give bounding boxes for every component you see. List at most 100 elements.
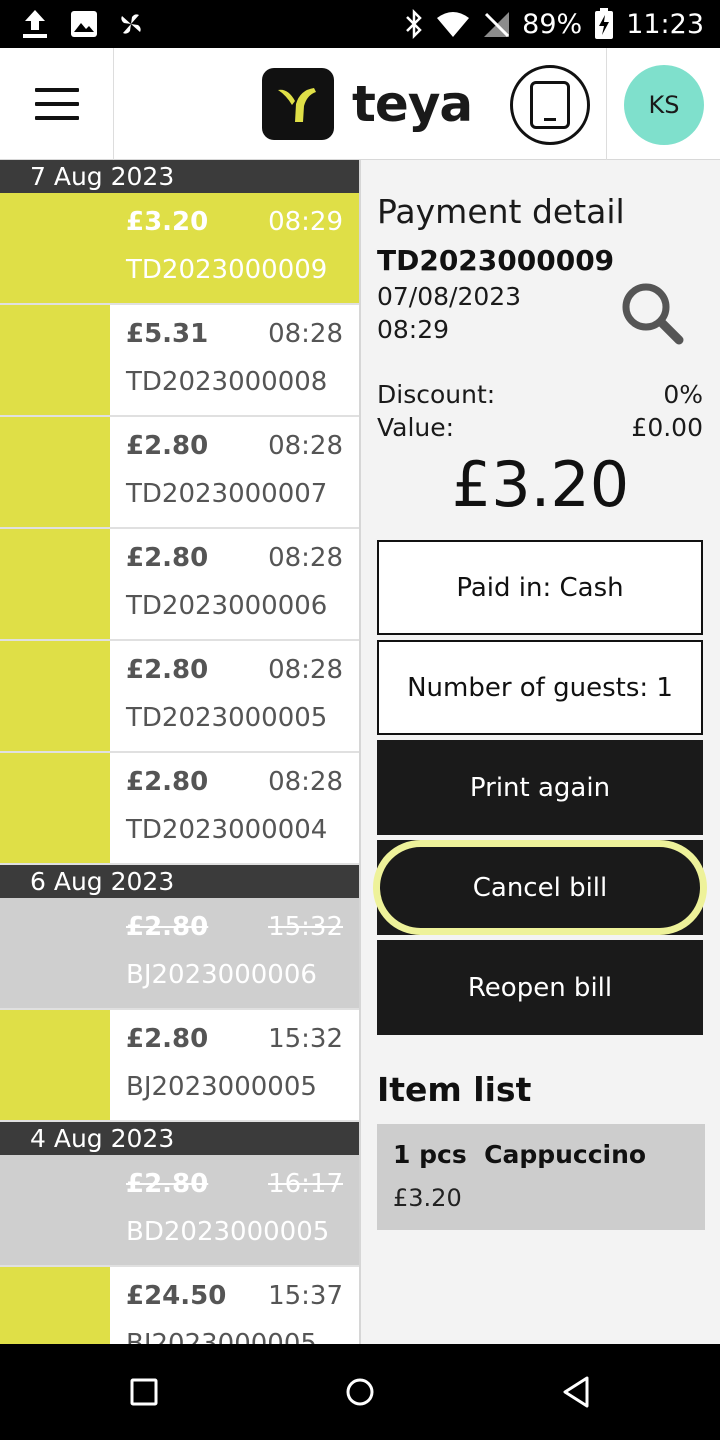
payment-detail-panel: Payment detail TD2023000009 07/08/2023 0… — [361, 160, 720, 1344]
guests-label: Number of guests: 1 — [407, 672, 673, 703]
bill-id: BJ2023000005 — [126, 1072, 317, 1102]
reopen-bill-label: Reopen bill — [467, 972, 613, 1003]
bill-row[interactable]: £24.50 15:37 BI2023000005 — [0, 1267, 359, 1344]
bill-amount: £2.80 — [126, 543, 209, 573]
bill-stripe — [0, 529, 110, 639]
bill-amount: £2.80 — [126, 1169, 209, 1199]
discount-label: Discount: — [377, 380, 496, 409]
paid-in-button[interactable]: Paid in: Cash — [377, 540, 703, 635]
bill-list[interactable]: 7 Aug 2023 £3.20 08:29 TD2023000009 £5.3… — [0, 160, 359, 1344]
bill-amount: £2.80 — [126, 431, 209, 461]
device-button[interactable] — [510, 65, 590, 145]
bill-amount: £24.50 — [126, 1281, 227, 1311]
battery-level: 89% — [522, 8, 583, 40]
bill-id: TD2023000009 — [126, 255, 328, 285]
bill-time: 08:28 — [268, 543, 343, 573]
bill-row-selected[interactable]: £3.20 08:29 TD2023000009 — [0, 193, 359, 305]
detail-time: 08:29 — [377, 315, 450, 344]
bill-time: 08:29 — [268, 207, 343, 237]
bill-amount: £2.80 — [126, 912, 209, 942]
discount-value: 0% — [663, 380, 703, 409]
bill-amount: £2.80 — [126, 1024, 209, 1054]
bill-time: 15:37 — [268, 1281, 343, 1311]
bill-row-cancelled[interactable]: £2.80 15:32 BJ2023000006 — [0, 898, 359, 1010]
reopen-bill-button[interactable]: Reopen bill — [377, 940, 703, 1035]
square-icon — [130, 1378, 158, 1406]
hamburger-icon — [34, 78, 79, 130]
bill-id: TD2023000008 — [126, 367, 328, 397]
bill-amount: £2.80 — [126, 655, 209, 685]
brand-logo: teya — [262, 68, 473, 140]
print-again-label: Print again — [469, 772, 611, 803]
bill-stripe — [0, 1010, 110, 1120]
detail-date: 07/08/2023 — [377, 282, 522, 311]
fan-icon — [121, 14, 141, 34]
teya-logo-icon — [262, 68, 334, 140]
bill-id: BI2023000005 — [126, 1329, 317, 1344]
bill-stripe — [0, 641, 110, 751]
paid-in-label: Paid in: Cash — [456, 572, 624, 603]
menu-button[interactable] — [0, 48, 114, 160]
bill-id: TD2023000004 — [126, 815, 328, 845]
bill-amount: £2.80 — [126, 767, 209, 797]
bill-time: 08:28 — [268, 767, 343, 797]
search-icon[interactable] — [619, 280, 685, 346]
signal-icon — [484, 12, 510, 38]
bill-total: £3.20 — [451, 448, 630, 521]
app-header: teya KS — [0, 48, 720, 160]
detail-bill-id: TD2023000009 — [377, 244, 615, 277]
recents-button[interactable] — [122, 1370, 166, 1414]
bill-row[interactable]: £2.80 15:32 BJ2023000005 — [0, 1010, 359, 1122]
bill-row-cancelled[interactable]: £2.80 16:17 BD2023000005 — [0, 1155, 359, 1267]
item-price: £3.20 — [393, 1184, 462, 1212]
status-bar: 89% 11:23 — [0, 0, 720, 48]
home-button[interactable] — [338, 1370, 382, 1414]
guests-button[interactable]: Number of guests: 1 — [377, 640, 703, 735]
bill-time: 08:28 — [268, 655, 343, 685]
date-header: 4 Aug 2023 — [0, 1122, 359, 1155]
cancel-bill-label: Cancel bill — [472, 872, 608, 903]
bill-row[interactable]: £2.80 08:28 TD2023000007 — [0, 417, 359, 529]
bill-row[interactable]: £2.80 08:28 TD2023000004 — [0, 753, 359, 865]
detail-title: Payment detail — [377, 192, 625, 231]
bill-time: 08:28 — [268, 319, 343, 349]
value-row: Value: £0.00 — [377, 413, 703, 442]
system-nav-bar — [0, 1344, 720, 1440]
discount-row: Discount: 0% — [377, 380, 703, 409]
circle-icon — [346, 1378, 374, 1406]
image-icon — [71, 11, 97, 37]
back-button[interactable] — [554, 1370, 598, 1414]
bill-id: TD2023000006 — [126, 591, 328, 621]
upload-icon — [23, 10, 47, 38]
clock: 11:23 — [626, 8, 704, 40]
triangle-back-icon — [563, 1376, 589, 1408]
bill-row[interactable]: £5.31 08:28 TD2023000008 — [0, 305, 359, 417]
bill-time: 16:17 — [268, 1169, 343, 1199]
brand-name: teya — [352, 75, 473, 133]
bill-row[interactable]: £2.80 08:28 TD2023000006 — [0, 529, 359, 641]
print-again-button[interactable]: Print again — [377, 740, 703, 835]
bill-stripe — [0, 305, 110, 415]
bill-time: 08:28 — [268, 431, 343, 461]
bill-id: TD2023000005 — [126, 703, 328, 733]
item-qty-name: 1 pcs Cappuccino — [393, 1140, 647, 1169]
value-amount: £0.00 — [631, 413, 703, 442]
bill-stripe — [0, 193, 110, 303]
list-item[interactable]: 1 pcs Cappuccino £3.20 — [377, 1124, 705, 1230]
date-header: 7 Aug 2023 — [0, 160, 359, 193]
bill-stripe — [0, 417, 110, 527]
header-divider — [606, 48, 607, 160]
bill-amount: £3.20 — [126, 207, 209, 237]
bill-amount: £5.31 — [126, 319, 209, 349]
bill-id: TD2023000007 — [126, 479, 328, 509]
battery-charging-icon — [595, 8, 614, 39]
wifi-icon — [437, 12, 470, 37]
bill-time: 15:32 — [268, 912, 343, 942]
bill-id: BD2023000005 — [126, 1217, 330, 1247]
avatar[interactable]: KS — [624, 65, 704, 145]
cancel-bill-button[interactable]: Cancel bill — [373, 840, 707, 935]
value-label: Value: — [377, 413, 455, 442]
item-list-title: Item list — [377, 1070, 532, 1109]
bill-stripe — [0, 1267, 110, 1344]
bill-row[interactable]: £2.80 08:28 TD2023000005 — [0, 641, 359, 753]
